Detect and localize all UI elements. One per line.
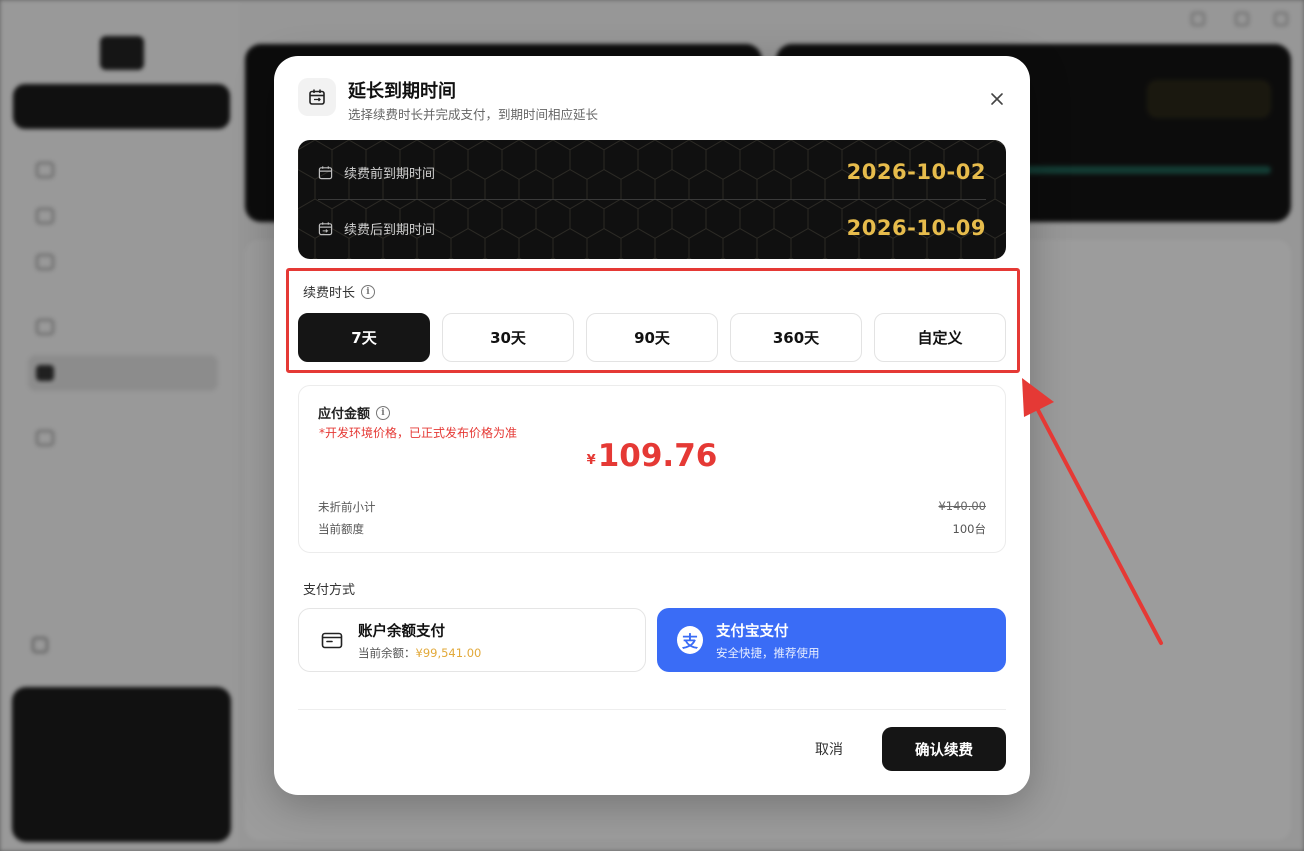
expiry-before-label: 续费前到期时间 xyxy=(344,166,436,182)
dialog-subtitle: 选择续费时长并完成支付，到期时间相应延长 xyxy=(348,107,599,122)
duration-label: 续费时长 xyxy=(303,286,356,301)
expiry-after-label: 续费后到期时间 xyxy=(344,222,436,238)
dialog-title: 延长到期时间 xyxy=(348,81,456,102)
calendar-icon xyxy=(318,165,333,179)
cancel-button[interactable]: 取消 xyxy=(794,727,864,771)
balance-prefix: 当前余额： xyxy=(358,645,416,660)
footer-divider xyxy=(298,709,1006,710)
balance-title: 账户余额支付 xyxy=(358,623,445,640)
expiry-after-row: 续费后到期时间 2026-10-09 xyxy=(318,200,986,256)
duration-option-custom[interactable]: 自定义 xyxy=(874,313,1006,362)
quota-row: 当前额度 100台 xyxy=(318,521,986,537)
close-icon[interactable] xyxy=(988,90,1006,108)
alipay-desc: 安全快捷，推荐使用 xyxy=(716,645,820,660)
renewal-dialog: 延长到期时间 选择续费时长并完成支付，到期时间相应延长 续费前到期时间 2026… xyxy=(274,56,1030,795)
subtotal-value: ¥140.00 xyxy=(938,499,986,513)
alipay-glyph: 支 xyxy=(677,626,703,654)
duration-option-30d[interactable]: 30天 xyxy=(442,313,574,362)
expiry-before-row: 续费前到期时间 2026-10-02 xyxy=(318,144,986,200)
confirm-renewal-button[interactable]: 确认续费 xyxy=(882,727,1006,771)
wallet-icon xyxy=(319,627,345,653)
expiry-before-date: 2026-10-02 xyxy=(846,160,986,184)
subtotal-row: 未折前小计 ¥140.00 xyxy=(318,499,986,515)
payment-option-alipay[interactable]: 支 支付宝支付 安全快捷，推荐使用 xyxy=(657,608,1006,672)
alipay-icon: 支 xyxy=(677,626,703,654)
alipay-title: 支付宝支付 xyxy=(716,623,789,640)
amount-price: ¥109.76 xyxy=(299,438,1005,474)
quota-value: 100台 xyxy=(952,522,986,536)
duration-option-90d[interactable]: 90天 xyxy=(586,313,718,362)
amount-card: 应付金额 i *开发环境价格，已正式发布价格为准 ¥109.76 未折前小计 ¥… xyxy=(298,385,1006,553)
expiry-card: 续费前到期时间 2026-10-02 续费后到期时间 2026-10-09 xyxy=(298,140,1006,259)
subtotal-label: 未折前小计 xyxy=(318,500,376,514)
info-icon[interactable]: i xyxy=(361,284,376,299)
expiry-after-date: 2026-10-09 xyxy=(846,216,986,240)
payment-option-balance[interactable]: 账户余额支付 当前余额：¥99,541.00 xyxy=(298,608,646,672)
balance-value: ¥99,541.00 xyxy=(415,645,482,660)
duration-option-360d[interactable]: 360天 xyxy=(730,313,862,362)
info-icon[interactable]: i xyxy=(376,405,391,420)
currency-symbol: ¥ xyxy=(586,453,596,468)
duration-option-7d[interactable]: 7天 xyxy=(298,313,430,362)
amount-value: 109.76 xyxy=(597,438,718,474)
calendar-check-icon xyxy=(318,221,333,235)
amount-section-label: 应付金额 i xyxy=(318,403,391,422)
amount-label: 应付金额 xyxy=(318,407,371,422)
payment-label: 支付方式 xyxy=(303,583,356,598)
quota-label: 当前额度 xyxy=(318,522,364,536)
duration-options: 7天 30天 90天 360天 自定义 xyxy=(298,313,1006,362)
calendar-icon xyxy=(298,78,336,116)
duration-section-label: 续费时长 i xyxy=(303,282,376,301)
